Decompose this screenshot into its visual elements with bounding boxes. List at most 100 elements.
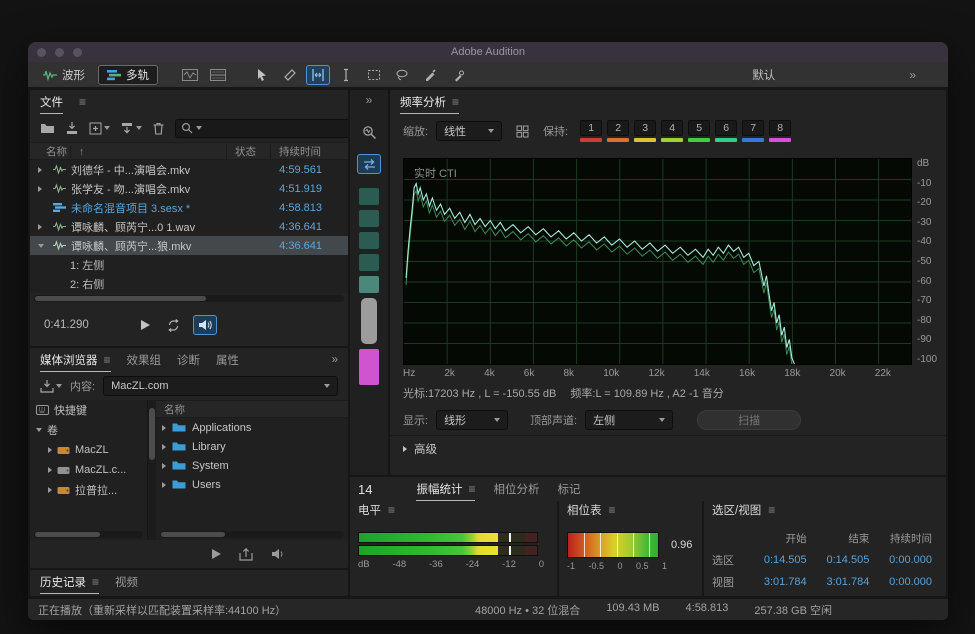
disclosure-expanded-icon[interactable] — [36, 428, 42, 432]
content-source-dropdown[interactable]: MacZL.com — [103, 376, 338, 396]
transfer-mode-button[interactable] — [357, 154, 381, 174]
phase-meter[interactable] — [567, 532, 659, 558]
media-horizontal-scrollbar[interactable] — [160, 531, 344, 538]
waveform-view-button[interactable]: 波形 — [34, 65, 94, 85]
tree-item-drive[interactable]: MacZL — [30, 440, 147, 460]
level-meters[interactable] — [358, 532, 538, 556]
move-tool-button[interactable] — [250, 65, 274, 85]
hold-button-7[interactable]: 7 — [742, 120, 764, 136]
media-export-button[interactable] — [239, 548, 253, 561]
media-folder-row[interactable]: Applications — [156, 418, 348, 437]
level-meter-right[interactable] — [358, 545, 538, 556]
hold-button-8[interactable]: 8 — [769, 120, 791, 136]
disclosure-icon[interactable] — [48, 487, 52, 493]
disclosure-icon[interactable] — [38, 224, 42, 230]
spectrum-plot[interactable]: 实时 CTI — [403, 158, 912, 365]
media-folder-row[interactable]: Library — [156, 437, 348, 456]
disclosure-icon[interactable] — [162, 482, 166, 488]
disclosure-icon[interactable] — [38, 167, 42, 173]
history-panel-menu-icon[interactable]: ≡ — [92, 575, 99, 589]
tree-item-drive[interactable]: 拉普拉... — [30, 480, 147, 500]
media-import-button[interactable] — [40, 380, 62, 393]
disclosure-icon[interactable] — [162, 463, 166, 469]
zoom-tool-button[interactable] — [357, 122, 381, 142]
panel-overflow-chevron[interactable]: » — [332, 354, 338, 366]
freq-panel-menu-icon[interactable]: ≡ — [452, 95, 459, 109]
tab-diagnostics[interactable]: 诊断 — [177, 352, 200, 368]
insert-into-multitrack-button[interactable] — [120, 122, 142, 135]
editor-layout-2-button[interactable] — [206, 65, 230, 85]
display-mode-dropdown[interactable]: 线形 — [436, 410, 508, 430]
file-search-box[interactable] — [175, 119, 348, 138]
scrollbar-thumb[interactable] — [35, 296, 206, 301]
file-row[interactable]: 谭咏麟、顾芮宁...0 1.wav4:36.641 — [30, 217, 348, 236]
tree-horizontal-scrollbar[interactable] — [34, 531, 143, 538]
text-tool-button[interactable] — [334, 65, 358, 85]
file-row[interactable]: 刘德华 - 中...演唱会.mkv4:59.561 — [30, 160, 348, 179]
file-row-session[interactable]: 未命名混音项目 3.sesx *4:58.813 — [30, 198, 348, 217]
search-options-chevron[interactable] — [196, 126, 202, 130]
media-panel-menu-icon[interactable]: ≡ — [104, 353, 111, 367]
marquee-tool-button[interactable] — [362, 65, 386, 85]
workspace-selector[interactable]: 默认 — [752, 67, 775, 83]
media-play-button[interactable] — [212, 549, 221, 559]
tree-item-volumes[interactable]: 卷 — [30, 420, 147, 440]
top-channel-dropdown[interactable]: 左侧 — [585, 410, 673, 430]
razor-tool-button[interactable] — [278, 65, 302, 85]
selection-end-value[interactable]: 0:14.505 — [813, 554, 876, 566]
column-header-name[interactable]: 名称 ↑ — [30, 144, 226, 159]
scan-button[interactable]: 扫描 — [697, 410, 801, 430]
files-horizontal-scrollbar[interactable] — [34, 295, 344, 302]
disclosure-icon[interactable] — [48, 447, 52, 453]
tab-effects-rack[interactable]: 效果组 — [127, 352, 162, 368]
tab-history[interactable]: 历史记录≡ — [40, 574, 99, 590]
column-header-status[interactable]: 状态 — [226, 144, 270, 159]
tab-media-browser[interactable]: 媒体浏览器≡ — [40, 352, 111, 368]
scrollbar-thumb[interactable] — [161, 532, 225, 537]
file-row[interactable]: 张学友 - 吻...演唱会.mkv4:51.919 — [30, 179, 348, 198]
level-menu-icon[interactable]: ≡ — [388, 503, 395, 517]
open-file-button[interactable] — [40, 122, 55, 134]
selection-menu-icon[interactable]: ≡ — [768, 503, 775, 517]
spot-healing-tool-button[interactable] — [446, 65, 470, 85]
hold-button-4[interactable]: 4 — [661, 120, 683, 136]
advanced-section-toggle[interactable]: 高级 — [390, 435, 946, 461]
auto-play-toggle[interactable] — [193, 315, 217, 335]
hold-button-2[interactable]: 2 — [607, 120, 629, 136]
disclosure-icon[interactable] — [38, 186, 42, 192]
media-autoplay-button[interactable] — [271, 548, 285, 560]
disclosure-icon[interactable] — [162, 425, 166, 431]
files-panel-menu-icon[interactable]: ≡ — [79, 95, 86, 109]
preview-play-button[interactable] — [141, 320, 150, 330]
hold-button-5[interactable]: 5 — [688, 120, 710, 136]
tab-phase-analysis[interactable]: 相位分析 — [493, 481, 539, 497]
hold-button-1[interactable]: 1 — [580, 120, 602, 136]
zoom-mode-dropdown[interactable]: 线性 — [436, 121, 502, 141]
brush-tool-button[interactable] — [418, 65, 442, 85]
hold-button-6[interactable]: 6 — [715, 120, 737, 136]
selection-duration-value[interactable]: 0:00.000 — [875, 554, 938, 566]
media-folder-row[interactable]: Users — [156, 475, 348, 494]
tree-item-drive[interactable]: MacZL.c... — [30, 460, 147, 480]
delete-file-button[interactable] — [152, 122, 165, 135]
file-row-selected[interactable]: 谭咏麟、顾芮宁...狼.mkv4:36.641 — [30, 236, 348, 255]
tab-video[interactable]: 视频 — [115, 574, 138, 590]
toolbar-overflow-chevron[interactable]: » — [909, 68, 916, 82]
phase-menu-icon[interactable]: ≡ — [609, 503, 616, 517]
editor-layout-1-button[interactable] — [178, 65, 202, 85]
scrollbar-thumb[interactable] — [35, 532, 100, 537]
hold-button-3[interactable]: 3 — [634, 120, 656, 136]
media-vertical-scrollbar[interactable] — [148, 400, 156, 540]
search-input[interactable] — [205, 122, 347, 134]
name-column-label[interactable]: 名称 — [156, 402, 348, 417]
time-selection-tool-button[interactable] — [306, 65, 330, 85]
lasso-tool-button[interactable] — [390, 65, 414, 85]
multitrack-view-button[interactable]: 多轨 — [98, 65, 158, 85]
tab-files[interactable]: 文件 — [40, 94, 63, 110]
loop-playback-button[interactable] — [166, 319, 181, 332]
tab-markers[interactable]: 标记 — [557, 481, 580, 497]
stats-panel-menu-icon[interactable]: ≡ — [468, 482, 475, 496]
tab-frequency-analysis[interactable]: 频率分析≡ — [400, 94, 459, 110]
grid-toggle-button[interactable] — [516, 125, 529, 138]
strip-collapse-chevron[interactable]: » — [366, 90, 373, 110]
